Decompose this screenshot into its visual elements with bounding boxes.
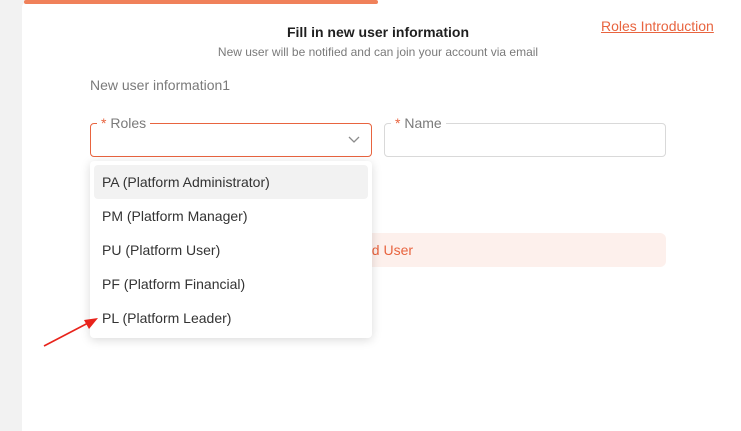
role-option-pu[interactable]: PU (Platform User) <box>94 233 368 267</box>
roles-field-label: Roles <box>110 115 147 131</box>
roles-field-legend: * Roles <box>97 115 151 131</box>
required-mark: * <box>101 115 107 131</box>
add-user-button[interactable]: dd User <box>340 233 666 267</box>
name-field-label: Name <box>404 115 442 131</box>
step-progress-bar <box>24 0 378 4</box>
app-stage: Fill in new user information New user wi… <box>0 0 741 431</box>
annotation-arrow-icon <box>43 318 98 347</box>
role-option-pf[interactable]: PF (Platform Financial) <box>94 267 368 301</box>
role-option-pl[interactable]: PL (Platform Leader) <box>94 301 368 335</box>
page-subtitle: New user will be notified and can join y… <box>217 45 539 59</box>
required-mark: * <box>395 115 401 131</box>
name-field-legend: * Name <box>391 115 446 131</box>
chevron-down-icon[interactable] <box>347 134 361 144</box>
roles-select[interactable]: * Roles <box>90 115 372 157</box>
role-option-pa[interactable]: PA (Platform Administrator) <box>94 165 368 199</box>
name-input[interactable]: * Name <box>384 115 666 157</box>
role-option-pm[interactable]: PM (Platform Manager) <box>94 199 368 233</box>
section-label: New user information1 <box>90 77 231 93</box>
roles-introduction-link[interactable]: Roles Introduction <box>601 18 714 34</box>
roles-dropdown-menu: PA (Platform Administrator) PM (Platform… <box>90 161 372 338</box>
